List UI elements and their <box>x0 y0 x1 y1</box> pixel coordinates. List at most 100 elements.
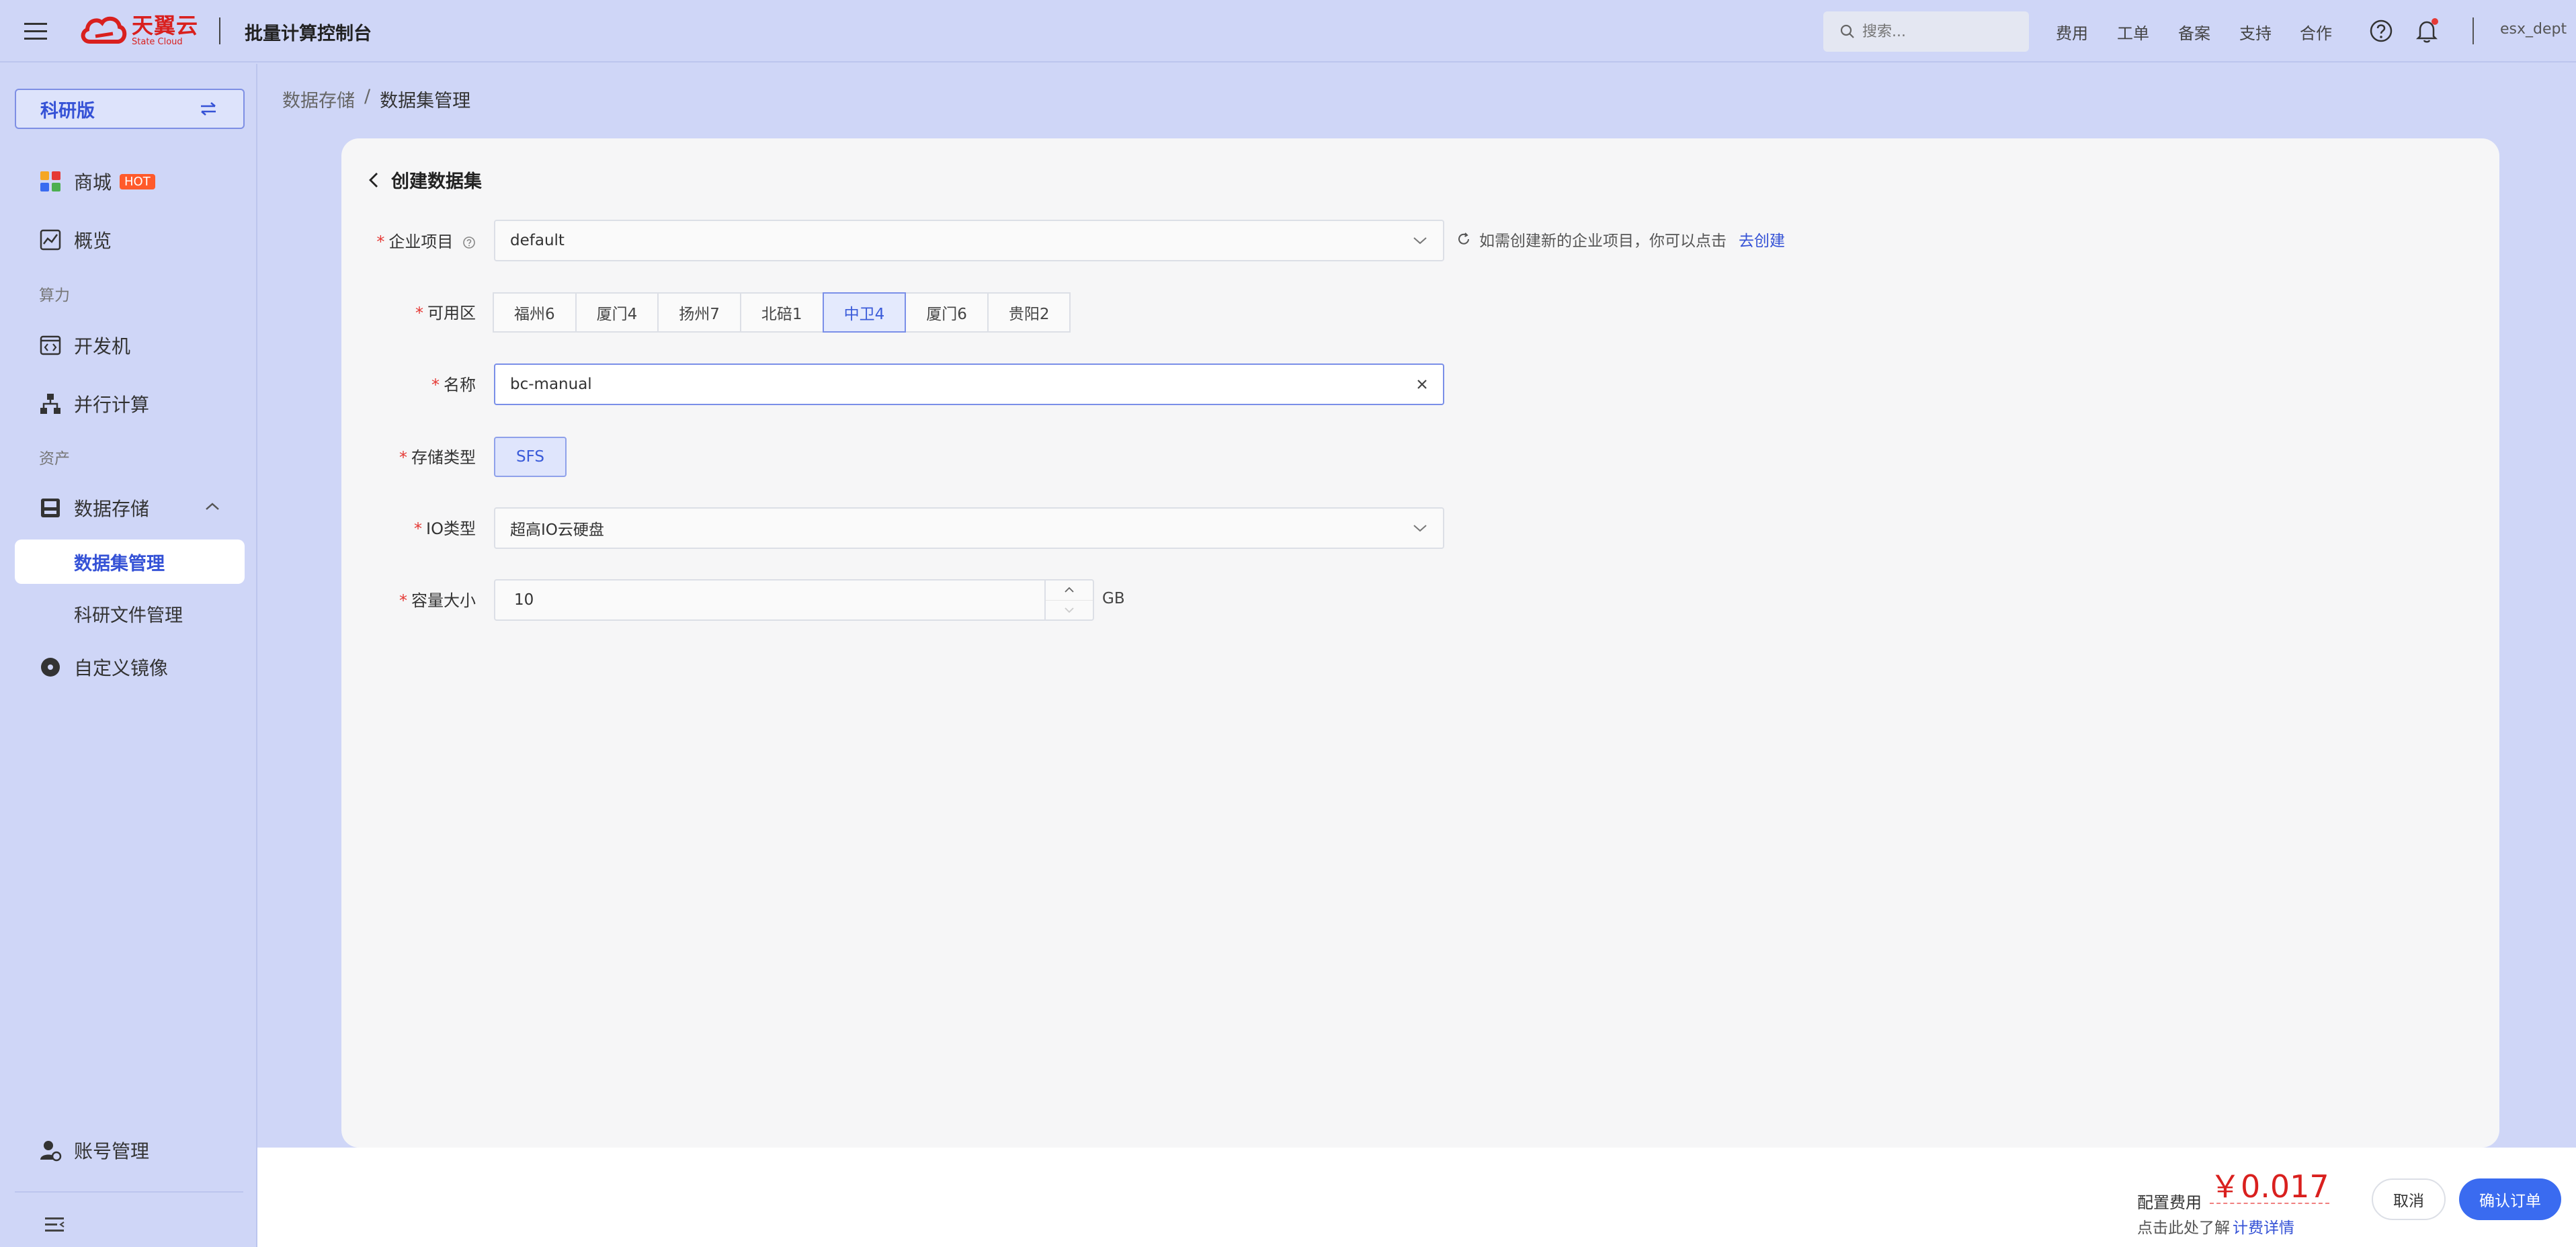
disc-icon <box>41 658 60 677</box>
back-button[interactable]: 创建数据集 <box>368 167 482 193</box>
io-type-select[interactable]: 超高IO云硬盘 <box>494 507 1444 549</box>
logo-divider <box>219 17 220 44</box>
clear-icon[interactable] <box>1416 378 1428 390</box>
sidebar-item-label: 账号管理 <box>74 1140 150 1162</box>
bell-icon[interactable] <box>2413 17 2440 44</box>
sidebar-item-parallel[interactable]: 并行计算 <box>39 390 149 417</box>
sidebar-item-label: 数据集管理 <box>74 553 165 574</box>
fee-value: ￥0.017 <box>2210 1168 2329 1205</box>
sidebar-item-label: 数据存储 <box>74 498 150 520</box>
billing-details-link[interactable]: 计费详情 <box>2233 1219 2294 1237</box>
increment-button[interactable] <box>1046 580 1093 600</box>
confirm-order-button[interactable]: 确认订单 <box>2459 1178 2561 1220</box>
fee-note: 点击此处了解 计费详情 <box>2137 1215 2294 1238</box>
nav-support[interactable]: 支持 <box>2239 20 2272 44</box>
nav-tickets[interactable]: 工单 <box>2117 20 2149 44</box>
capacity-label-text: 容量大小 <box>411 591 476 610</box>
order-footer: 配置费用 ￥0.017 点击此处了解 计费详情 取消 确认订单 <box>257 1148 2576 1247</box>
chart-icon <box>40 229 61 251</box>
sidebar-item-label: 开发机 <box>74 335 131 357</box>
sidebar: 科研版 商城 HOT 概览 算力 开发机 并行计算 资产 数据存储 数据集管理 … <box>0 64 257 1247</box>
user-settings-icon <box>40 1141 62 1162</box>
zone-option[interactable]: 厦门6 <box>905 292 989 333</box>
chevron-up-icon <box>1065 587 1074 593</box>
disk-icon <box>41 499 60 517</box>
top-header: 天翼云 State Cloud 批量计算控制台 费用 工单 备案 支持 合作 e… <box>0 0 2576 62</box>
zone-option[interactable]: 福州6 <box>493 292 577 333</box>
storage-type-option-selected[interactable]: SFS <box>494 437 567 477</box>
project-hint-text: 如需创建新的企业项目，你可以点击 <box>1479 232 1727 250</box>
help-icon[interactable] <box>2368 17 2395 44</box>
switch-arrows-icon <box>201 102 216 116</box>
name-input-value: bc-manual <box>510 376 592 393</box>
menu-icon[interactable] <box>22 17 51 44</box>
cancel-button[interactable]: 取消 <box>2372 1178 2446 1220</box>
project-select-value: default <box>510 232 565 249</box>
nav-filing[interactable]: 备案 <box>2178 20 2210 44</box>
chevron-up-icon[interactable] <box>204 501 220 512</box>
project-label-text: 企业项目 <box>388 232 454 251</box>
chevron-down-icon <box>1413 237 1427 245</box>
zone-selector: 福州6 厦门4 扬州7 北碚1 中卫4 厦门6 贵阳2 <box>493 292 1071 333</box>
code-window-icon <box>40 335 61 355</box>
project-select[interactable]: default <box>494 220 1444 261</box>
zone-option[interactable]: 北碚1 <box>739 292 824 333</box>
refresh-icon[interactable] <box>1456 232 1471 247</box>
capacity-unit: GB <box>1102 590 1125 607</box>
breadcrumb: 数据存储 / 数据集管理 <box>282 86 470 112</box>
edition-label: 科研版 <box>40 100 95 122</box>
chevron-down-icon <box>1413 525 1427 532</box>
zone-option-selected[interactable]: 中卫4 <box>822 292 907 333</box>
stepper-arrows <box>1044 580 1093 619</box>
sidebar-item-dataset-mgmt[interactable]: 数据集管理 <box>15 540 245 584</box>
sidebar-item-custom-image[interactable]: 自定义镜像 <box>39 654 168 681</box>
io-type-select-value: 超高IO云硬盘 <box>510 521 604 539</box>
name-label-text: 名称 <box>444 376 476 394</box>
mall-icon <box>40 171 60 191</box>
io-type-label-text: IO类型 <box>426 519 476 538</box>
hierarchy-icon <box>40 394 60 414</box>
sidebar-item-label: 概览 <box>74 230 112 252</box>
sidebar-group-assets: 资产 <box>39 450 70 468</box>
io-type-label: * IO类型 <box>414 519 476 538</box>
sidebar-item-label: 商城 <box>74 171 112 194</box>
nav-fees[interactable]: 费用 <box>2056 20 2088 44</box>
search-box[interactable] <box>1823 11 2029 52</box>
sidebar-item-mall[interactable]: 商城 HOT <box>39 168 155 195</box>
project-label: * 企业项目 <box>341 228 476 252</box>
breadcrumb-separator: / <box>364 86 371 107</box>
zone-option[interactable]: 贵阳2 <box>987 292 1071 333</box>
info-icon <box>463 236 475 249</box>
decrement-button[interactable] <box>1046 599 1093 620</box>
sidebar-item-account[interactable]: 账号管理 <box>39 1137 149 1164</box>
storage-type-label-text: 存储类型 <box>411 448 476 467</box>
logo-main-text: 天翼云 <box>132 12 199 38</box>
zone-label-text: 可用区 <box>427 304 476 322</box>
sidebar-item-overview[interactable]: 概览 <box>39 226 112 253</box>
sidebar-item-devbox[interactable]: 开发机 <box>39 332 130 359</box>
hot-badge: HOT <box>120 173 155 189</box>
capacity-stepper[interactable]: 10 <box>494 579 1094 621</box>
edition-switcher[interactable]: 科研版 <box>15 89 245 129</box>
fee-label: 配置费用 <box>2137 1193 2202 1212</box>
user-name[interactable]: esx_dept <box>2500 21 2567 38</box>
capacity-value[interactable]: 10 <box>495 591 1044 609</box>
name-label: * 名称 <box>431 376 476 394</box>
sidebar-item-file-mgmt[interactable]: 科研文件管理 <box>74 601 183 627</box>
zone-option[interactable]: 厦门4 <box>575 292 659 333</box>
zone-option[interactable]: 扬州7 <box>657 292 741 333</box>
create-dataset-panel: 创建数据集 * 企业项目 default 如需创建新的企业项目，你可以点击 去创建… <box>341 138 2499 1148</box>
sidebar-group-compute: 算力 <box>39 287 70 304</box>
state-cloud-logo[interactable]: 天翼云 State Cloud <box>79 13 198 47</box>
page-title: 创建数据集 <box>391 171 482 192</box>
breadcrumb-parent[interactable]: 数据存储 <box>282 86 355 112</box>
storage-type-label: * 存储类型 <box>399 448 476 467</box>
create-project-link[interactable]: 去创建 <box>1739 228 1785 251</box>
nav-cooperation[interactable]: 合作 <box>2300 20 2332 44</box>
sidebar-item-label: 自定义镜像 <box>74 657 169 679</box>
name-input[interactable]: bc-manual <box>494 363 1444 405</box>
search-input[interactable] <box>1862 23 2017 40</box>
app-title: 批量计算控制台 <box>245 24 372 44</box>
collapse-sidebar-icon[interactable] <box>43 1213 66 1236</box>
cloud-logo-icon <box>81 16 127 44</box>
